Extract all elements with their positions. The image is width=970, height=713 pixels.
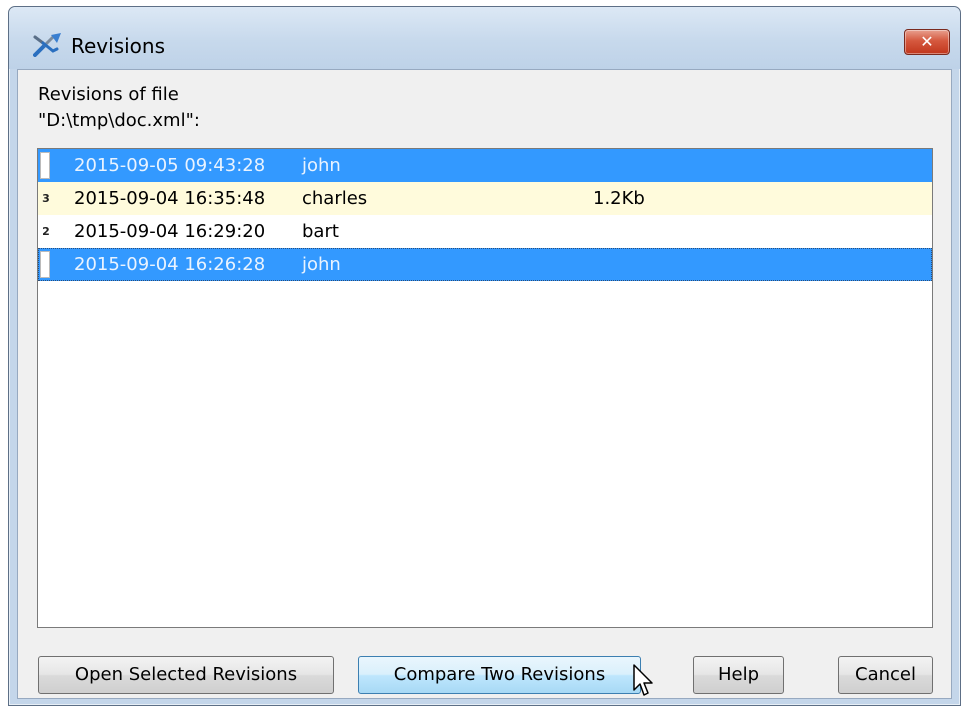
row-marker: 2: [42, 225, 50, 238]
row-marker: [40, 251, 50, 278]
revision-size: 1.2Kb: [593, 188, 645, 209]
title-bar[interactable]: Revisions ✕: [9, 7, 960, 69]
compare-two-revisions-button[interactable]: Compare Two Revisions: [358, 656, 641, 694]
file-path: "D:\tmp\doc.xml":: [38, 110, 200, 131]
close-button[interactable]: ✕: [904, 29, 950, 55]
help-button[interactable]: Help: [693, 656, 784, 694]
open-selected-revisions-button[interactable]: Open Selected Revisions: [38, 656, 334, 694]
revisions-list[interactable]: 2015-09-05 09:43:28 john 3 2015-09-04 16…: [37, 148, 933, 628]
revision-author: charles: [302, 188, 368, 209]
list-item[interactable]: 2015-09-04 16:26:28 john: [38, 248, 932, 281]
revision-date: 2015-09-04 16:29:20: [74, 221, 266, 242]
close-icon: ✕: [920, 32, 934, 51]
mouse-pointer-icon: [633, 664, 653, 696]
window-title: Revisions: [71, 34, 166, 58]
revision-date: 2015-09-04 16:35:48: [74, 188, 266, 209]
dialog-content: Revisions of file "D:\tmp\doc.xml": 2015…: [17, 69, 952, 699]
row-marker: [40, 152, 50, 179]
row-marker: 3: [42, 192, 50, 205]
revision-author: john: [302, 254, 341, 275]
file-label: Revisions of file: [38, 84, 179, 105]
list-item[interactable]: 2 2015-09-04 16:29:20 bart: [38, 215, 932, 248]
revision-author: john: [302, 155, 341, 176]
revisions-dialog: Revisions ✕ Revisions of file "D:\tmp\do…: [8, 6, 961, 706]
revision-date: 2015-09-05 09:43:28: [74, 155, 266, 176]
compare-arrows-icon: [33, 33, 61, 57]
revision-author: bart: [302, 221, 339, 242]
cancel-button[interactable]: Cancel: [838, 656, 933, 694]
list-item[interactable]: 3 2015-09-04 16:35:48 charles 1.2Kb: [38, 182, 932, 215]
list-item[interactable]: 2015-09-05 09:43:28 john: [38, 149, 932, 182]
revision-date: 2015-09-04 16:26:28: [74, 254, 266, 275]
